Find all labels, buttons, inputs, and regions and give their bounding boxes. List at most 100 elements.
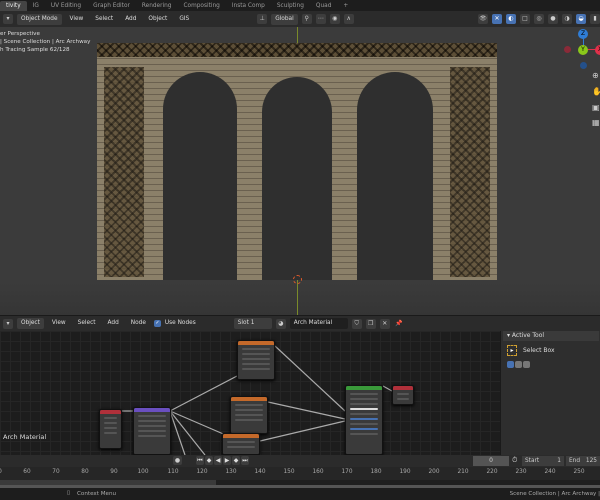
shading-solid-icon[interactable]: ● [548,14,558,24]
snap-icon[interactable]: ⋯ [315,14,326,24]
object-type-dropdown[interactable]: Object [17,318,44,329]
gizmo-y-axis[interactable]: Y [578,45,588,55]
mode-extend-icon[interactable] [515,361,522,368]
mapping-node[interactable] [133,407,171,455]
select-box-icon[interactable]: ▸ [507,345,517,356]
current-frame-field[interactable]: 0 [473,456,509,466]
zoom-icon[interactable]: ⊕ [592,71,599,80]
menu-object[interactable]: Object [144,14,171,25]
menu-node[interactable]: Node [127,318,150,329]
timeline-track[interactable] [0,480,600,488]
tool-sidebar: ▾ Active Tool ▸ Select Box [500,331,600,455]
3d-viewport[interactable]: er Perspective | Scene Collection | Arc … [0,27,600,315]
tab-insta-comp[interactable]: Insta Comp [226,1,271,11]
start-frame-field[interactable]: Start 1 [522,456,564,466]
unlink-icon[interactable]: ✕ [379,318,390,329]
add-workspace-icon[interactable]: + [337,1,354,11]
play-icon[interactable]: ▶ [223,456,231,465]
tab-ig[interactable]: IG [27,1,45,11]
falloff-icon[interactable]: ∧ [343,14,354,24]
visibility-icon[interactable]: 👁 [478,14,488,24]
image-texture-node[interactable] [237,340,275,380]
jump-end-icon[interactable]: ⏭ [241,456,249,465]
start-value: 1 [557,458,561,464]
gizmo-neg-z[interactable] [580,62,587,69]
tab-rendering[interactable]: Rendering [136,1,178,11]
shading-rendered-icon[interactable]: ◒ [576,14,586,24]
overlay-toggle-icon[interactable]: ◐ [506,14,516,24]
frame-tick: 160 [312,469,324,475]
grid-view-icon[interactable]: ▦ [592,118,600,127]
tab-graph-editor[interactable]: Graph Editor [87,1,136,11]
xray-icon[interactable]: □ [520,14,530,24]
frame-tick: 80 [81,469,89,475]
proportional-edit-icon[interactable]: ◉ [329,14,340,24]
image-texture-node[interactable] [230,396,268,434]
left-pillar-carving [104,67,144,277]
menu-select[interactable]: Select [91,14,117,25]
arch-opening [357,72,433,280]
tab-quad[interactable]: Quad [310,1,337,11]
camera-icon[interactable]: ▣ [592,103,600,112]
pin-icon[interactable]: 📌 [394,319,404,329]
3d-cursor-icon[interactable] [293,275,302,284]
frame-tick: 0 [0,469,2,475]
panel-toggle-icon[interactable]: ▮ [590,14,600,24]
record-icon[interactable]: ● [173,456,182,465]
node-link [274,345,346,412]
node-link [169,375,238,412]
slot-dropdown[interactable]: Slot 1 [233,318,272,329]
editor-type-icon[interactable]: ▾ [3,14,13,24]
menu-gis[interactable]: GIS [175,14,193,25]
gizmo-toggle-icon[interactable]: ✕ [492,14,502,24]
end-frame-field[interactable]: End 125 [566,456,600,466]
menu-view[interactable]: View [48,318,70,329]
shading-wireframe-icon[interactable]: ◎ [534,14,544,24]
timeline-header: ● ⏮ ◆ ◀ ▶ ◆ ⏭ 0 ⏱ Start 1 End 125 [0,455,600,467]
menu-add[interactable]: Add [104,318,123,329]
material-browse-icon[interactable]: ◕ [275,318,286,329]
timeline-ruler[interactable]: 0 60 70 80 90 100 110 120 130 140 150 16… [0,467,600,480]
prev-keyframe-icon[interactable]: ◆ [205,456,213,465]
material-output-node[interactable] [392,385,414,405]
tab-uv-editing[interactable]: UV Editing [45,1,87,11]
material-name-field[interactable]: Arch Material [289,318,348,329]
play-reverse-icon[interactable]: ◀ [214,456,222,465]
frame-tick: 70 [52,469,60,475]
fake-user-icon[interactable]: ⛉ [351,318,362,329]
node-editor-canvas[interactable]: Arch Material [0,331,500,455]
tab-compositing[interactable]: Compositing [177,1,225,11]
gizmo-x-axis[interactable]: X [595,45,600,55]
frame-tick: 120 [196,469,208,475]
next-keyframe-icon[interactable]: ◆ [232,456,240,465]
orientation-dropdown[interactable]: Global [271,13,298,25]
stopwatch-icon[interactable]: ⏱ [512,456,517,465]
menu-view[interactable]: View [66,14,88,25]
image-texture-node[interactable] [222,433,260,455]
tab-layout[interactable]: tivity [0,0,27,11]
mode-dropdown[interactable]: Object Mode [17,13,62,25]
tab-sculpting[interactable]: Sculpting [271,1,310,11]
principled-bsdf-node[interactable] [345,385,383,455]
texture-coordinate-node[interactable] [99,409,122,449]
pan-hand-icon[interactable]: ✋ [592,87,600,96]
shading-material-icon[interactable]: ◑ [562,14,572,24]
view-name: er Perspective [0,31,40,37]
mode-new-icon[interactable] [507,361,514,368]
pivot-icon[interactable]: ⚲ [301,14,312,24]
gizmo-neg-x[interactable] [564,46,571,53]
duplicate-material-icon[interactable]: ❐ [365,318,376,329]
menu-select[interactable]: Select [74,318,100,329]
frame-tick: 90 [110,469,118,475]
frame-tick: 110 [167,469,179,475]
render-sample-info: h Tracing Sample 62/128 [0,47,70,53]
jump-start-icon[interactable]: ⏮ [196,456,204,465]
mode-subtract-icon[interactable] [523,361,530,368]
menu-add[interactable]: Add [121,14,140,25]
frame-tick: 250 [573,469,585,475]
use-nodes-checkbox[interactable]: ✓ [153,320,161,327]
gizmo-z-axis[interactable]: Z [578,29,588,39]
editor-type-icon[interactable]: ▾ [3,318,13,329]
orientation-icon[interactable]: ⊥ [257,14,268,24]
mouse-right-icon: ▯ [67,490,71,496]
